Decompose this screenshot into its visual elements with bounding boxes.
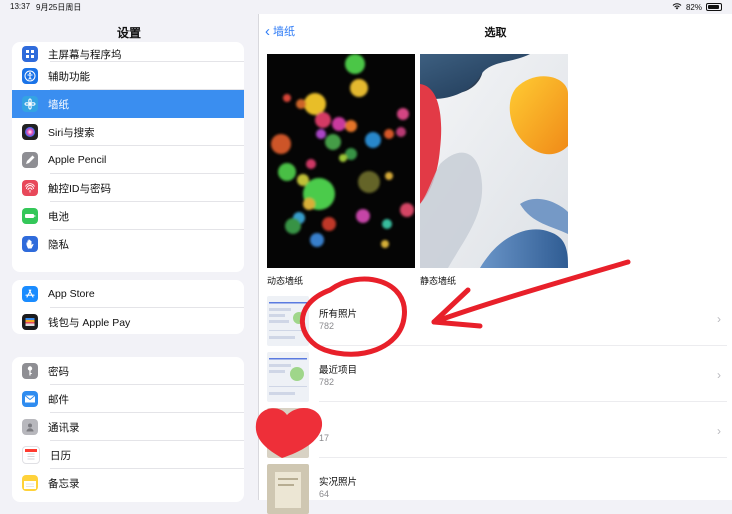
fingerprint-icon: [22, 180, 38, 196]
settings-sidebar: 设置 主屏幕与程序坞 辅助功能 墙纸 Siri与搜索 Apple Pencil …: [0, 14, 259, 502]
sidebar-item-contacts[interactable]: 通讯录: [12, 413, 244, 441]
sidebar-item-notes[interactable]: 备忘录: [12, 469, 244, 497]
status-time: 13:37: [10, 2, 31, 11]
contacts-icon: [22, 419, 38, 435]
sidebar-item-label: 钱包与 Apple Pay: [48, 316, 131, 329]
wallet-icon: [22, 314, 38, 330]
sidebar-item-label: Siri与搜索: [48, 126, 95, 139]
sidebar-item-apple-pencil[interactable]: Apple Pencil: [12, 146, 244, 174]
battery-indicator-icon: [706, 3, 722, 11]
album-row-recents[interactable]: 最近项目 782 ›: [267, 352, 727, 402]
sidebar-item-label: 隐私: [48, 238, 69, 251]
sidebar-item-label: Apple Pencil: [48, 154, 107, 166]
sidebar-item-label: 触控ID与密码: [48, 182, 111, 195]
pencil-icon: [22, 152, 38, 168]
album-row-favorites[interactable]: 17 ›: [267, 408, 727, 458]
battery-percent: 82%: [685, 2, 702, 12]
status-date: 9月25日周日: [36, 3, 82, 12]
album-thumbnail: [267, 464, 309, 514]
album-name: 最近项目: [319, 365, 358, 376]
hand-icon: [22, 236, 38, 252]
sidebar-item-label: 备忘录: [48, 477, 80, 490]
sidebar-item-label: 日历: [50, 449, 71, 462]
album-count: 64: [319, 489, 330, 499]
sidebar-item-app-store[interactable]: App Store: [12, 280, 244, 308]
chevron-right-icon: ›: [717, 424, 721, 438]
album-name: 所有照片: [319, 309, 358, 320]
settings-group-2: App Store 钱包与 Apple Pay: [12, 280, 244, 334]
settings-group-1: 主屏幕与程序坞 辅助功能 墙纸 Siri与搜索 Apple Pencil 触控I…: [12, 42, 244, 272]
chevron-right-icon: ›: [717, 312, 721, 326]
divider: [319, 401, 727, 402]
sidebar-item-label: 墙纸: [48, 98, 69, 111]
album-name: 实况照片: [319, 477, 358, 488]
divider: [319, 345, 727, 346]
album-thumbnail: [267, 408, 309, 458]
app-store-icon: [22, 286, 38, 302]
sidebar-item-home-screen[interactable]: 主屏幕与程序坞: [12, 42, 244, 62]
settings-group-3: 密码 邮件 通讯录 日历 备忘录: [12, 357, 244, 502]
sidebar-item-touch-id[interactable]: 触控ID与密码: [12, 174, 244, 202]
page-title: 选取: [484, 27, 507, 39]
sidebar-item-label: 密码: [48, 365, 69, 378]
dynamic-wallpaper-label: 动态墙纸: [267, 276, 304, 286]
sidebar-item-label: 电池: [48, 210, 69, 223]
sidebar-item-label: 主屏幕与程序坞: [48, 49, 122, 61]
sidebar-item-wallet[interactable]: 钱包与 Apple Pay: [12, 308, 244, 334]
sidebar-item-privacy[interactable]: 隐私: [12, 230, 244, 258]
sidebar-item-mail[interactable]: 邮件: [12, 385, 244, 413]
battery-icon: [22, 208, 38, 224]
album-thumbnail: [267, 352, 309, 402]
divider: [319, 457, 727, 458]
album-row-all-photos[interactable]: 所有照片 782 ›: [267, 296, 727, 346]
sidebar-item-label: 辅助功能: [48, 70, 90, 83]
wallpaper-picker-pane: ‹ 墙纸 选取 动态墙纸 静态墙纸 所有照片 782 › 最近项目 782 › …: [259, 14, 732, 514]
static-waves-image: [420, 54, 568, 268]
accessibility-icon: [22, 68, 38, 84]
home-screen-icon: [22, 46, 38, 62]
album-count: 782: [319, 377, 335, 387]
static-wallpaper-thumbnail[interactable]: [420, 54, 568, 268]
sidebar-item-label: 通讯录: [48, 421, 80, 434]
sidebar-item-wallpaper[interactable]: 墙纸: [12, 90, 244, 118]
sidebar-item-accessibility[interactable]: 辅助功能: [12, 62, 244, 90]
sidebar-title: 设置: [116, 26, 141, 40]
album-count: 782: [319, 321, 335, 331]
calendar-icon: [22, 446, 40, 464]
static-wallpaper-label: 静态墙纸: [420, 276, 457, 286]
album-thumbnail: [267, 296, 309, 346]
sidebar-item-passwords[interactable]: 密码: [12, 357, 244, 385]
album-count: 17: [319, 433, 330, 443]
status-right: 82%: [672, 2, 722, 12]
chevron-right-icon: ›: [717, 368, 721, 382]
sidebar-item-battery[interactable]: 电池: [12, 202, 244, 230]
notes-icon: [22, 475, 38, 491]
key-icon: [22, 363, 38, 379]
sidebar-item-label: App Store: [48, 288, 95, 300]
sidebar-item-calendar[interactable]: 日历: [12, 441, 244, 469]
sidebar-item-siri[interactable]: Siri与搜索: [12, 118, 244, 146]
sidebar-item-label: 邮件: [48, 393, 69, 406]
album-row-live-photos[interactable]: 实况照片 64: [267, 464, 727, 514]
wifi-icon: [672, 2, 682, 12]
dynamic-bubbles-image: [271, 54, 414, 248]
status-bar: 13:37 9月25日周日 82%: [0, 0, 732, 14]
mail-icon: [22, 391, 38, 407]
siri-icon: [22, 124, 38, 140]
dynamic-wallpaper-thumbnail[interactable]: [267, 54, 415, 268]
wallpaper-icon: [22, 96, 38, 112]
